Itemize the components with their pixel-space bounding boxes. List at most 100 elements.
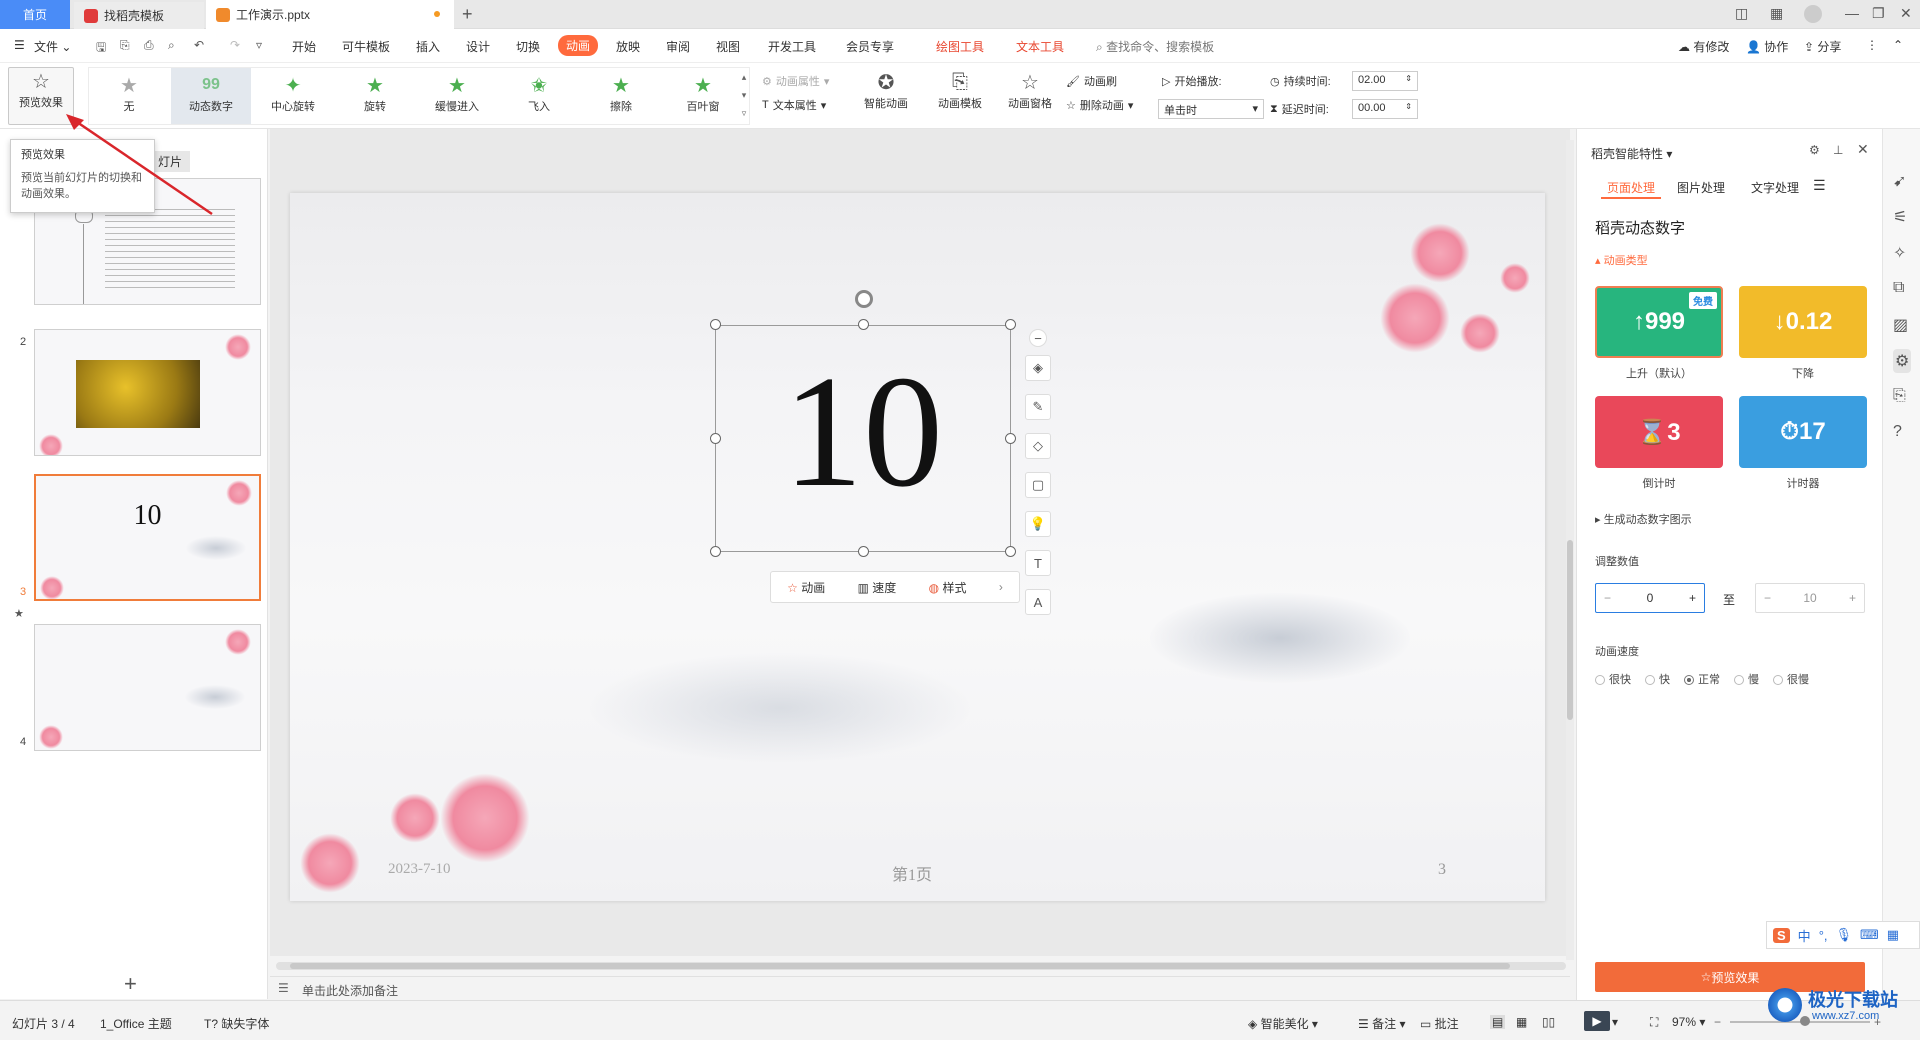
theme-name[interactable]: 1_Office 主题 xyxy=(100,1015,172,1032)
menu-file[interactable]: 文件 ⌄ xyxy=(34,38,71,55)
add-slide-button[interactable]: + xyxy=(124,971,137,997)
layout-icon[interactable]: ◫ xyxy=(1735,5,1748,22)
missing-font[interactable]: T? 缺失字体 xyxy=(204,1015,269,1032)
comments-button[interactable]: ▭ 批注 xyxy=(1420,1015,1459,1032)
ime-toolbar[interactable]: S 中 °, 🎙 ⌨ ▦ xyxy=(1766,921,1920,949)
search-command[interactable]: ⌕ 查找命令、搜索模板 xyxy=(1096,38,1214,55)
collapse-ribbon-icon[interactable]: ⌃ xyxy=(1893,38,1903,52)
textbox-icon[interactable]: T xyxy=(1025,550,1051,576)
resize-handle[interactable] xyxy=(1005,433,1016,444)
redo-icon[interactable]: ↷ xyxy=(230,38,240,52)
slide-thumb-3[interactable]: 10 xyxy=(34,474,261,601)
anim-brush-button[interactable]: 🖌 动画刷 xyxy=(1066,73,1117,89)
border-icon[interactable]: ▢ xyxy=(1025,472,1051,498)
menu-developer[interactable]: 开发工具 xyxy=(768,38,816,55)
tab-page-process[interactable]: 页面处理 xyxy=(1607,179,1655,196)
restore-icon[interactable]: ❐ xyxy=(1872,5,1885,22)
number-textbox[interactable]: 10 xyxy=(715,325,1011,552)
menu-view[interactable]: 视图 xyxy=(716,38,740,55)
collapse-icon[interactable]: − xyxy=(1029,329,1047,347)
scroll-thumb[interactable] xyxy=(290,963,1510,969)
menu-design[interactable]: 设计 xyxy=(466,38,490,55)
menu-review[interactable]: 审阅 xyxy=(666,38,690,55)
notes-area[interactable]: ☰ 单击此处添加备注 xyxy=(270,976,1570,1000)
fit-icon[interactable]: ⛶ xyxy=(1650,1015,1658,1030)
mini-speed-button[interactable]: ▥ 速度 xyxy=(858,579,897,596)
menu-drawing-tools[interactable]: 绘图工具 xyxy=(936,38,984,55)
new-tab-button[interactable]: + xyxy=(462,4,473,25)
settings-icon[interactable]: ⚙ xyxy=(1809,143,1820,157)
menu-keniu-template[interactable]: 可牛模板 xyxy=(342,38,390,55)
customize-icon[interactable]: ▿ xyxy=(256,38,262,52)
anim-pane-button[interactable]: ☆ 动画窗格 xyxy=(1002,69,1058,111)
layers-icon[interactable]: ◈ xyxy=(1025,355,1051,381)
resize-handle[interactable] xyxy=(710,433,721,444)
text-style-icon[interactable]: A xyxy=(1025,589,1051,615)
scroll-thumb[interactable] xyxy=(1567,540,1573,720)
gallery-scroll[interactable]: ▴ ▾ ▿ xyxy=(739,68,749,124)
menu-start[interactable]: 开始 xyxy=(292,38,316,55)
minimize-icon[interactable]: — xyxy=(1845,5,1859,21)
smart-anim-button[interactable]: ✪ 智能动画 xyxy=(858,69,914,111)
notes-button[interactable]: ☰ 备注 ▾ xyxy=(1358,1015,1405,1032)
slide-thumb-4[interactable] xyxy=(34,624,261,751)
effect-fly-in[interactable]: ✬ 飞入 xyxy=(499,68,579,124)
card-timer[interactable]: ⏱17 xyxy=(1739,396,1867,468)
play-dropdown[interactable]: ▾ xyxy=(1612,1015,1618,1029)
delay-input[interactable]: 00.00 ⇕ xyxy=(1352,99,1418,119)
card-countdown[interactable]: ⌛3 xyxy=(1595,396,1723,468)
mini-animation-button[interactable]: ☆ 动画 xyxy=(787,579,825,596)
from-value-stepper[interactable]: −0 + xyxy=(1595,583,1705,613)
mic-icon[interactable]: 🎙 xyxy=(1836,927,1853,943)
anim-type-label[interactable]: ▴ 动画类型 xyxy=(1595,252,1648,268)
punct-icon[interactable]: °, xyxy=(1819,928,1828,943)
text-props-button[interactable]: T 文本属性 ▾ xyxy=(762,97,826,113)
beautify-button[interactable]: ◈ 智能美化 ▾ xyxy=(1248,1015,1318,1032)
collaborate-button[interactable]: 👤 协作 xyxy=(1746,38,1788,55)
effect-wipe[interactable]: ★ 擦除 xyxy=(581,68,661,124)
speed-slow[interactable]: 慢 xyxy=(1734,671,1759,687)
menu-text-tools[interactable]: 文本工具 xyxy=(1016,38,1064,55)
image-icon[interactable]: ▨ xyxy=(1893,315,1908,335)
grid-icon[interactable]: ▦ xyxy=(1887,927,1899,943)
speed-normal[interactable]: 正常 xyxy=(1684,671,1720,687)
delete-anim-button[interactable]: ☆ 删除动画 ▾ xyxy=(1066,97,1133,113)
changes-button[interactable]: ☁ 有修改 xyxy=(1678,38,1729,55)
menu-insert[interactable]: 插入 xyxy=(416,38,440,55)
pin-icon[interactable]: ⊥ xyxy=(1833,143,1843,157)
menu-member[interactable]: 会员专享 xyxy=(846,38,894,55)
rocket-icon[interactable]: ➹ xyxy=(1893,171,1906,191)
bulb-icon[interactable]: 💡 xyxy=(1025,511,1051,537)
grid-icon[interactable]: ▦ xyxy=(1770,5,1783,22)
tab-document[interactable]: 工作演示.pptx xyxy=(206,0,454,29)
resize-handle[interactable] xyxy=(1005,319,1016,330)
avatar[interactable] xyxy=(1804,5,1822,23)
vertical-scrollbar[interactable] xyxy=(1566,140,1574,960)
panel-title[interactable]: 稻壳智能特性 ▾ xyxy=(1591,145,1672,162)
menu-transition[interactable]: 切换 xyxy=(516,38,540,55)
duration-input[interactable]: 02.00 ⇕ xyxy=(1352,71,1418,91)
print-preview-icon[interactable]: ⌕ xyxy=(168,38,175,53)
to-value-stepper[interactable]: −10 + xyxy=(1755,583,1865,613)
zoom-out-icon[interactable]: − xyxy=(1714,1015,1721,1029)
resize-handle[interactable] xyxy=(858,319,869,330)
more-icon[interactable]: ⋮ xyxy=(1866,38,1878,52)
speed-very-slow[interactable]: 很慢 xyxy=(1773,671,1809,687)
keyboard-icon[interactable]: ⌨ xyxy=(1860,927,1879,943)
resize-handle[interactable] xyxy=(1005,546,1016,557)
export-icon[interactable]: ⎘ xyxy=(120,38,130,53)
smart-icon[interactable]: ⚙ xyxy=(1893,349,1912,373)
resize-handle[interactable] xyxy=(710,319,721,330)
slide-thumb-2[interactable] xyxy=(34,329,261,456)
anim-template-button[interactable]: ⎘ 动画模板 xyxy=(930,69,990,111)
close-icon[interactable]: ✕ xyxy=(1900,5,1912,22)
tab-image-process[interactable]: 图片处理 xyxy=(1677,179,1725,196)
tab-text-process[interactable]: 文字处理 xyxy=(1751,179,1799,196)
anim-props-button[interactable]: ⚙ 动画属性 ▾ xyxy=(762,73,829,89)
horizontal-scrollbar[interactable] xyxy=(276,962,1566,970)
save-icon[interactable]: 🖫 xyxy=(96,38,106,59)
ime-lang[interactable]: 中 xyxy=(1798,926,1811,945)
fill-icon[interactable]: ◇ xyxy=(1025,433,1051,459)
hamburger-icon[interactable]: ☰ xyxy=(14,38,25,52)
sorter-view-icon[interactable]: ▦ xyxy=(1516,1015,1527,1029)
